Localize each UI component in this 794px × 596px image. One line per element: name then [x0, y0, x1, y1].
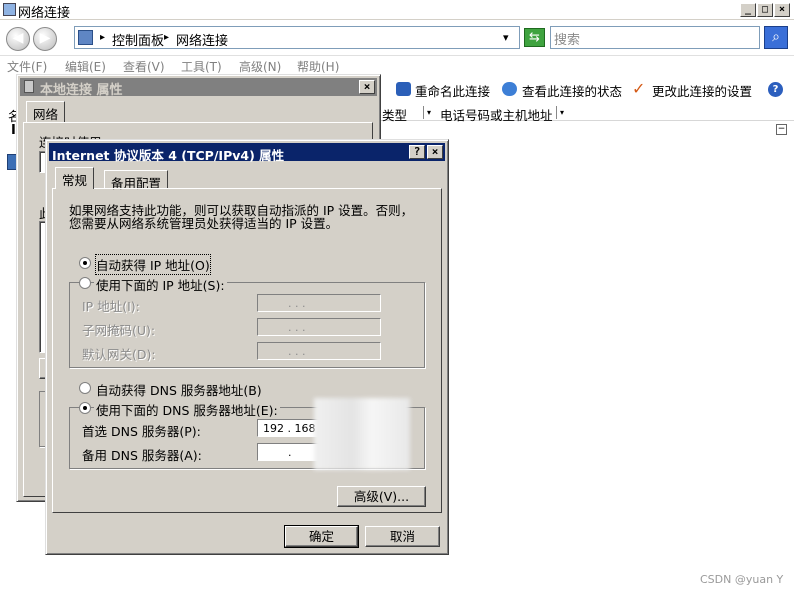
chevron-down-icon[interactable]: ▾: [556, 106, 567, 119]
ip-address-label: IP 地址(I):: [82, 299, 140, 314]
search-icon[interactable]: ⌕: [764, 26, 788, 49]
preferred-dns-label: 首选 DNS 服务器(P):: [82, 424, 201, 439]
crumb-separator-icon[interactable]: ▸: [164, 32, 169, 43]
crumb-separator-icon[interactable]: ▸: [100, 32, 105, 43]
tab-general[interactable]: 常规: [55, 167, 95, 189]
column-header: 类型 ▾ 电话号码或主机地址 ▾: [380, 105, 794, 124]
ip-address-value: . . .: [288, 297, 306, 310]
preferred-dns-value: 192 . 168: [263, 422, 316, 435]
network-connections-icon: [3, 3, 16, 16]
local-dialog-title: 本地连接 属性: [40, 83, 123, 98]
address-bar[interactable]: ▸ 控制面板 ▸ 网络连接 ▾: [74, 26, 520, 49]
subnet-mask-field[interactable]: . . .: [257, 318, 381, 336]
window-title: 网络连接: [18, 6, 71, 21]
description-text: 您需要从网络系统管理员处获得适当的 IP 设置。: [69, 216, 339, 231]
breadcrumb-control-panel[interactable]: 控制面板: [112, 30, 164, 49]
ip-address-field[interactable]: . . .: [257, 294, 381, 312]
ipv4-dialog-close-button[interactable]: ×: [427, 145, 443, 159]
ipv4-dialog-title-bar: Internet 协议版本 4 (TCP/IPv4) 属性 ? ×: [49, 143, 445, 163]
watermark: CSDN @yuan Y: [700, 573, 784, 586]
minimize-button[interactable]: _: [740, 3, 756, 17]
local-dialog-close-button[interactable]: ×: [359, 80, 375, 94]
main-title-bar: 网络连接 _ □ ×: [0, 0, 794, 21]
menu-advanced[interactable]: 高级(N): [239, 58, 281, 75]
control-panel-icon: [78, 30, 93, 45]
auto-dns-label[interactable]: 自动获得 DNS 服务器地址(B): [96, 380, 262, 399]
alternate-dns-label: 备用 DNS 服务器(A):: [82, 448, 202, 463]
auto-dns-radio[interactable]: [79, 382, 91, 394]
menu-file[interactable]: 文件(F): [7, 58, 47, 75]
back-arrow-icon[interactable]: ◀: [6, 27, 30, 51]
view-status-button[interactable]: 查看此连接的状态: [522, 81, 622, 100]
advanced-button[interactable]: 高级(V)...: [337, 486, 426, 507]
refresh-icon[interactable]: ⇆: [524, 28, 545, 47]
collapse-icon[interactable]: −: [776, 124, 787, 135]
chevron-down-icon[interactable]: ▾: [423, 106, 434, 119]
subnet-mask-value: . . .: [288, 321, 306, 334]
menu-help[interactable]: 帮助(H): [297, 58, 339, 75]
manual-dns-label[interactable]: 使用下面的 DNS 服务器地址(E):: [94, 400, 280, 419]
local-dialog-title-bar: 本地连接 属性 ×: [20, 78, 377, 98]
manual-ip-radio[interactable]: [79, 277, 91, 289]
auto-ip-radio[interactable]: [79, 257, 91, 269]
tab-alternate-config[interactable]: 备用配置: [104, 170, 169, 191]
default-gateway-label: 默认网关(D):: [82, 347, 156, 362]
connection-icon: [24, 80, 34, 93]
ipv4-dialog-title: Internet 协议版本 4 (TCP/IPv4) 属性: [52, 148, 285, 163]
help-icon[interactable]: ?: [768, 82, 783, 97]
tab-network[interactable]: 网络: [26, 101, 66, 123]
menu-tools[interactable]: 工具(T): [181, 58, 222, 75]
breadcrumb-network-connections[interactable]: 网络连接: [176, 30, 228, 49]
command-bar: 重命名此连接 查看此连接的状态 ✓ 更改此连接的设置: [382, 78, 794, 100]
rename-icon: [396, 82, 411, 96]
checkmark-icon: ✓: [632, 79, 646, 98]
column-phone-host[interactable]: 电话号码或主机地址: [440, 105, 553, 124]
default-gateway-field[interactable]: . . .: [257, 342, 381, 360]
manual-ip-label[interactable]: 使用下面的 IP 地址(S):: [94, 275, 227, 294]
address-dropdown-icon[interactable]: ▾: [503, 31, 509, 44]
subnet-mask-label: 子网掩码(U):: [82, 323, 156, 338]
column-type[interactable]: 类型: [382, 105, 407, 124]
cancel-button[interactable]: 取消: [365, 526, 440, 547]
privacy-blur: [314, 398, 410, 470]
status-icon: [502, 82, 517, 96]
default-gateway-value: . . .: [288, 345, 306, 358]
search-input[interactable]: 搜索: [550, 26, 760, 49]
ipv4-properties-dialog: Internet 协议版本 4 (TCP/IPv4) 属性 ? × 常规 备用配…: [45, 139, 449, 555]
ok-button[interactable]: 确定: [284, 525, 359, 548]
help-button[interactable]: ?: [409, 145, 425, 159]
menu-view[interactable]: 查看(V): [123, 58, 165, 75]
close-button[interactable]: ×: [774, 3, 790, 17]
address-toolbar: ◀ ▶ ▸ 控制面板 ▸ 网络连接 ▾ ⇆ 搜索 ⌕: [0, 20, 794, 56]
forward-arrow-icon[interactable]: ▶: [33, 27, 57, 51]
change-settings-button[interactable]: 更改此连接的设置: [652, 81, 752, 100]
rename-connection-button[interactable]: 重命名此连接: [415, 81, 490, 100]
auto-ip-label[interactable]: 自动获得 IP 地址(O): [95, 254, 211, 275]
menu-edit[interactable]: 编辑(E): [65, 58, 106, 75]
menu-bar: 文件(F) 编辑(E) 查看(V) 工具(T) 高级(N) 帮助(H): [0, 57, 794, 75]
maximize-button[interactable]: □: [757, 3, 773, 17]
manual-dns-radio[interactable]: [79, 402, 91, 414]
alternate-dns-value: .: [288, 446, 292, 459]
